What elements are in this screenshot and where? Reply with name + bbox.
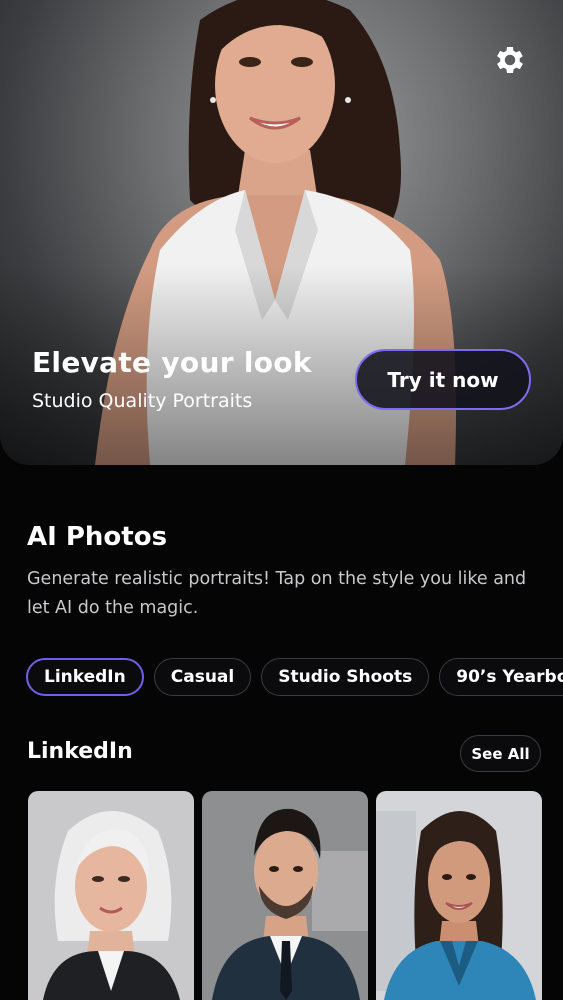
settings-button[interactable] (490, 40, 530, 80)
portrait-card[interactable] (28, 791, 194, 1000)
gear-icon (497, 46, 523, 74)
section-description: Generate realistic portraits! Tap on the… (27, 569, 527, 618)
chip-linkedin[interactable]: LinkedIn (26, 658, 144, 696)
style-chips: LinkedInCasualStudio Shoots90’s Yearbook (26, 658, 563, 696)
hero-banner[interactable]: Elevate your look Studio Quality Portrai… (0, 0, 563, 465)
chip-studio-shoots[interactable]: Studio Shoots (261, 658, 430, 696)
section-title: AI Photos (27, 522, 168, 552)
chip-90s-yearbook[interactable]: 90’s Yearbook (439, 658, 563, 696)
row-title: LinkedIn (27, 739, 133, 764)
chip-casual[interactable]: Casual (153, 658, 252, 696)
hero-subtitle: Studio Quality Portraits (32, 390, 253, 412)
hero-title: Elevate your look (32, 346, 312, 379)
portrait-card[interactable] (202, 791, 368, 1000)
try-it-now-button[interactable]: Try it now (355, 349, 531, 410)
portrait-image (28, 791, 194, 1000)
see-all-button[interactable]: See All (460, 735, 541, 772)
portrait-image (202, 791, 368, 1000)
portrait-card[interactable] (376, 791, 542, 1000)
portrait-image (376, 791, 542, 1000)
